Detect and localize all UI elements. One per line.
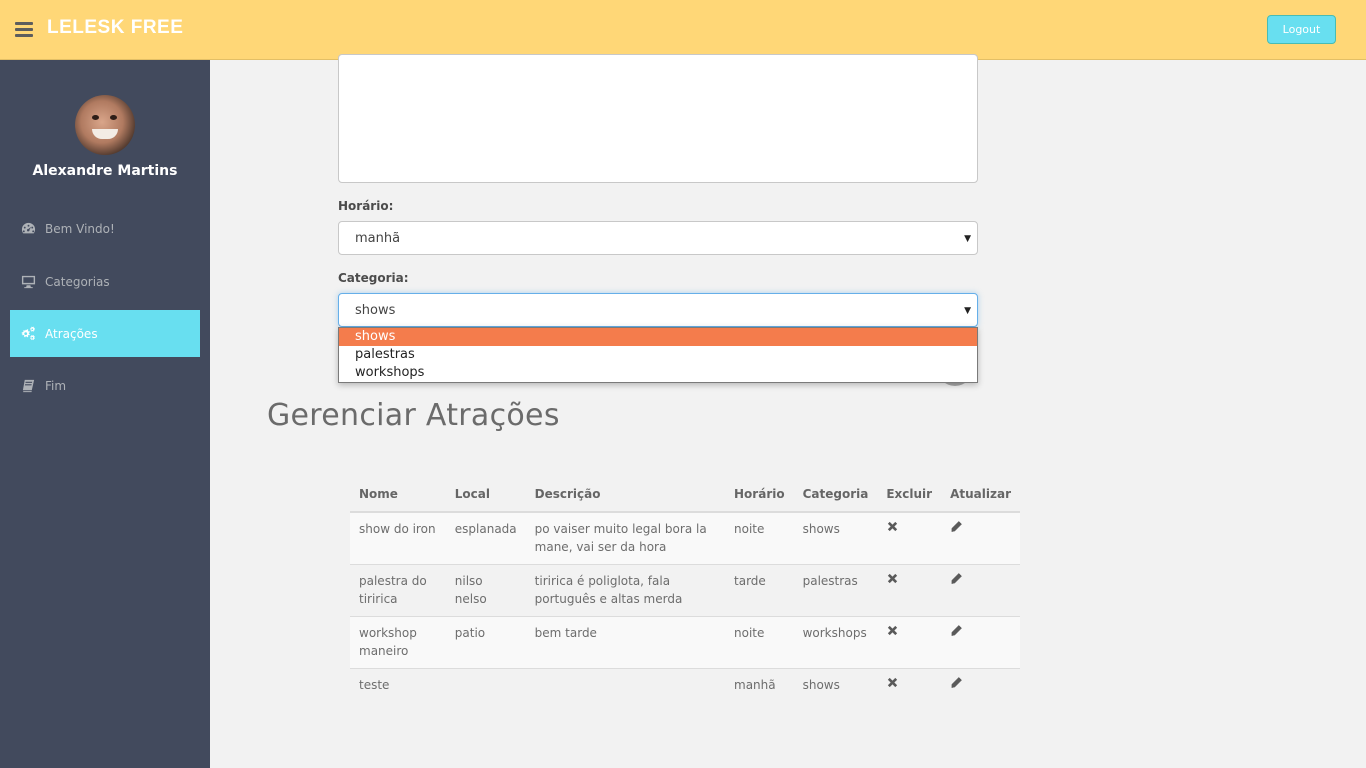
cell-atualizar: [941, 564, 1020, 617]
delete-x-icon[interactable]: [886, 624, 900, 638]
table-row: show do iron esplanada po vaiser muito l…: [350, 512, 1020, 565]
avatar-eye: [92, 115, 99, 120]
dropdown-option-workshops[interactable]: workshops: [339, 364, 977, 382]
cell-atualizar: [941, 616, 1020, 669]
descricao-textarea[interactable]: [338, 54, 978, 183]
cell-categoria: shows: [793, 512, 878, 565]
caret-down-icon: ▼: [964, 306, 971, 316]
user-name: Alexandre Martins: [32, 163, 178, 179]
column-header-horario: Horário: [725, 477, 794, 513]
book-icon: [20, 378, 36, 394]
edit-pencil-icon[interactable]: [950, 520, 964, 534]
brand-logo[interactable]: LELESK FREE: [47, 17, 183, 39]
cell-descricao: bem tarde: [525, 616, 726, 669]
cell-horario: manhã: [725, 668, 794, 702]
cell-excluir: [877, 616, 942, 669]
cell-horario: tarde: [725, 564, 794, 617]
avatar-eye: [110, 115, 117, 120]
cell-local: nilso nelso: [445, 564, 526, 617]
sidebar-item-label: Bem Vindo!: [45, 221, 115, 236]
cell-nome: palestra do tiririca: [350, 564, 446, 617]
sidebar-item-fim[interactable]: Fim: [10, 362, 200, 409]
cell-horario: noite: [725, 616, 794, 669]
sidebar-item-bem-vindo[interactable]: Bem Vindo!: [10, 205, 200, 252]
table-header-row: Nome Local Descrição Horário Categoria E…: [350, 477, 1020, 513]
hamburger-menu-icon[interactable]: [15, 22, 33, 38]
top-header: LELESK FREE Logout: [0, 0, 1366, 60]
cell-atualizar: [941, 512, 1020, 565]
column-header-excluir: Excluir: [877, 477, 942, 513]
cell-nome: workshop maneiro: [350, 616, 446, 669]
cell-categoria: shows: [793, 668, 878, 702]
sidebar-item-atracoes[interactable]: Atrações: [10, 310, 200, 357]
avatar[interactable]: [75, 95, 135, 155]
categoria-label: Categoria:: [338, 271, 409, 285]
cell-descricao: po vaiser muito legal bora la mane, vai …: [525, 512, 726, 565]
horario-select-value: manhã: [355, 230, 401, 246]
logout-button[interactable]: Logout: [1267, 15, 1336, 44]
column-header-descricao: Descrição: [525, 477, 726, 513]
sidebar: Alexandre Martins Bem Vindo! Categorias …: [0, 60, 210, 768]
table-row: teste manhã shows: [350, 668, 1020, 702]
cell-horario: noite: [725, 512, 794, 565]
delete-x-icon[interactable]: [886, 676, 900, 690]
cell-local: [445, 668, 526, 702]
main-content: Horário: manhã ▼ Categoria: shows ▼ show…: [210, 54, 1366, 768]
column-header-nome: Nome: [350, 477, 446, 513]
column-header-local: Local: [445, 477, 526, 513]
delete-x-icon[interactable]: [886, 572, 900, 586]
horario-select[interactable]: manhã ▼: [338, 221, 978, 255]
cell-excluir: [877, 512, 942, 565]
column-header-atualizar: Atualizar: [941, 477, 1020, 513]
dashboard-icon: [20, 221, 36, 237]
avatar-mouth: [92, 129, 118, 139]
categoria-select[interactable]: shows ▼: [338, 293, 978, 327]
page-title: Gerenciar Atrações: [267, 398, 560, 433]
caret-down-icon: ▼: [964, 234, 971, 244]
cell-nome: teste: [350, 668, 446, 702]
categoria-select-value: shows: [355, 302, 396, 318]
cell-nome: show do iron: [350, 512, 446, 565]
edit-pencil-icon[interactable]: [950, 676, 964, 690]
horario-label: Horário:: [338, 199, 394, 213]
cell-categoria: workshops: [793, 616, 878, 669]
edit-pencil-icon[interactable]: [950, 572, 964, 586]
cell-excluir: [877, 668, 942, 702]
cell-local: patio: [445, 616, 526, 669]
desktop-icon: [20, 274, 36, 290]
atracoes-table: Nome Local Descrição Horário Categoria E…: [350, 477, 1020, 702]
sidebar-item-label: Categorias: [45, 274, 110, 289]
cell-local: esplanada: [445, 512, 526, 565]
cell-categoria: palestras: [793, 564, 878, 617]
cogs-icon: [20, 326, 36, 342]
sidebar-item-categorias[interactable]: Categorias: [10, 258, 200, 305]
dropdown-option-palestras[interactable]: palestras: [339, 346, 977, 364]
table-row: workshop maneiro patio bem tarde noite w…: [350, 616, 1020, 669]
sidebar-item-label: Fim: [45, 378, 67, 393]
column-header-categoria: Categoria: [793, 477, 878, 513]
edit-pencil-icon[interactable]: [950, 624, 964, 638]
cell-descricao: tiririca é poliglota, fala português e a…: [525, 564, 726, 617]
table-row: palestra do tiririca nilso nelso tiriric…: [350, 564, 1020, 617]
cell-atualizar: [941, 668, 1020, 702]
categoria-dropdown-list[interactable]: shows palestras workshops: [338, 327, 978, 383]
dropdown-option-shows[interactable]: shows: [339, 328, 977, 346]
cell-descricao: [525, 668, 726, 702]
sidebar-item-label: Atrações: [45, 326, 98, 341]
delete-x-icon[interactable]: [886, 520, 900, 534]
cell-excluir: [877, 564, 942, 617]
